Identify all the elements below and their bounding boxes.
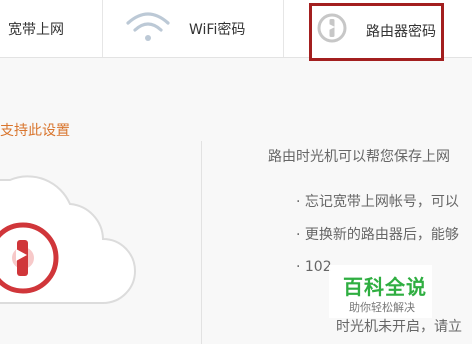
- watermark-logo: 百科全说 助你轻松解决: [329, 265, 432, 318]
- lock-icon: [317, 13, 347, 43]
- time-machine-intro: 路由时光机可以帮您保存上网: [268, 149, 450, 165]
- tab-broadband[interactable]: 宽带上网: [0, 0, 103, 57]
- tab-wifi-label: WiFi密码: [189, 22, 246, 38]
- time-machine-status: 时光机未开启，请立: [336, 319, 462, 335]
- tab-wifi[interactable]: WiFi密码: [103, 0, 284, 57]
- support-setting-link[interactable]: 支持此设置: [0, 120, 70, 140]
- watermark-subtitle: 助你轻松解决: [349, 301, 415, 314]
- list-item: · 更换新的路由器后，能够: [296, 227, 459, 243]
- list-item: · 102: [296, 259, 332, 275]
- list-item: · 忘记宽带上网帐号，可以: [296, 194, 459, 210]
- content-divider: [201, 141, 202, 344]
- cloud-lock-icon: [0, 175, 136, 304]
- tab-bar: 宽带上网 WiFi密码 路由器密码: [0, 0, 472, 61]
- wifi-icon: [126, 12, 170, 41]
- tab-router-password[interactable]: 路由器密码: [309, 3, 444, 61]
- watermark-title: 百科全说: [343, 275, 427, 299]
- tab-router-password-label: 路由器密码: [366, 24, 436, 40]
- tab-broadband-label: 宽带上网: [8, 22, 64, 38]
